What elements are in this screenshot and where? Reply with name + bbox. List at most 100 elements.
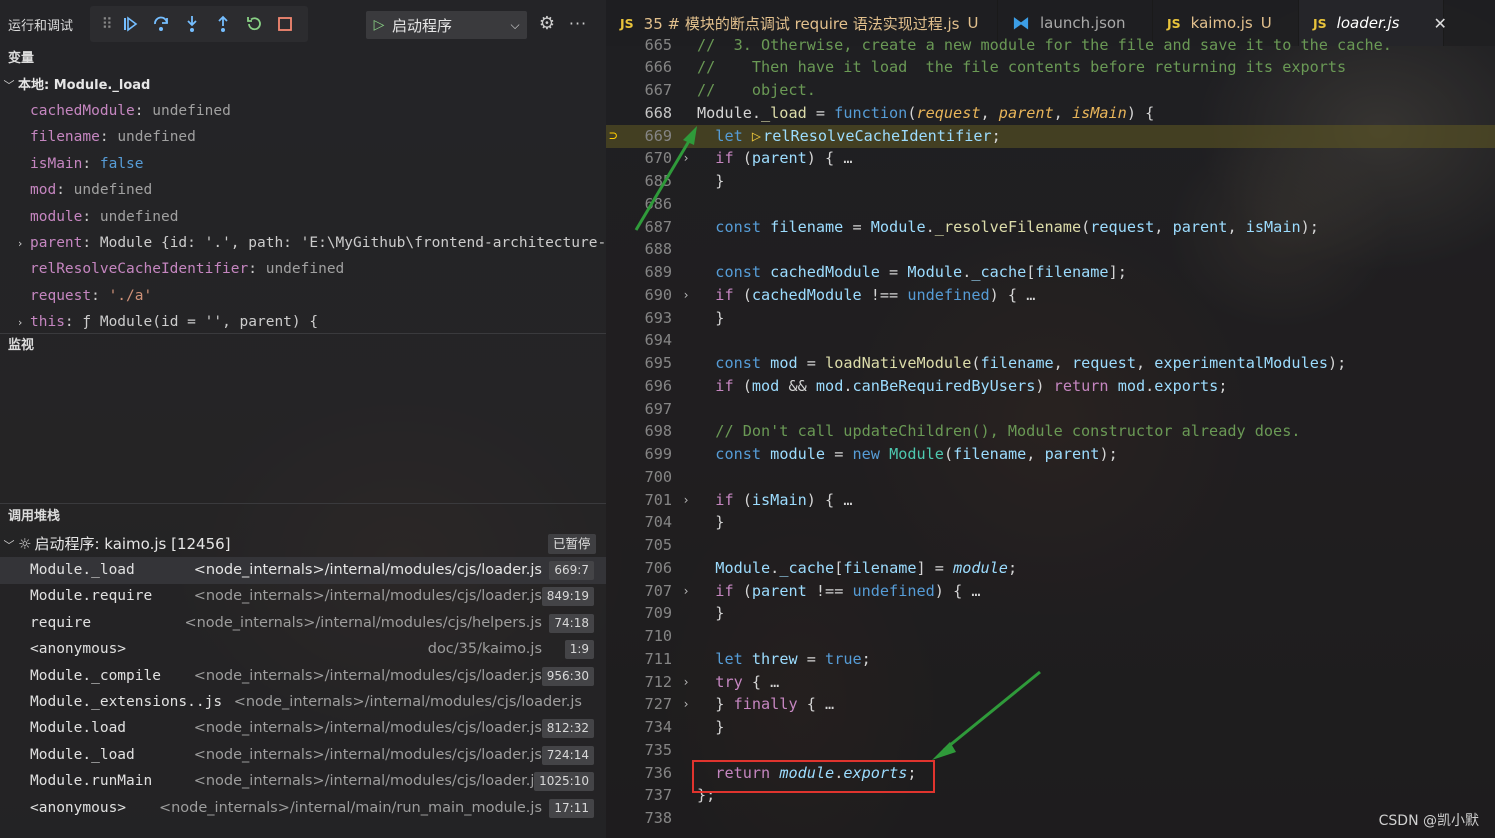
restart-button[interactable] — [238, 9, 269, 39]
js-file-icon: JS — [620, 15, 634, 31]
frame-location-badge: 956:30 — [541, 666, 594, 686]
fold-chevron-icon[interactable]: › — [679, 580, 693, 603]
variable-row[interactable]: › parent: Module {id: '.', path: 'E:\MyGi… — [0, 230, 606, 256]
line-number: 686 — [644, 194, 672, 213]
code-line[interactable]: 696 if (mod && mod.canBeRequiredByUsers)… — [606, 375, 1495, 398]
code-line[interactable]: 665 // 3. Otherwise, create a new module … — [606, 34, 1495, 57]
code-line[interactable]: 687 const filename = Module._resolveFile… — [606, 216, 1495, 239]
more-actions-icon[interactable]: ··· — [566, 13, 590, 35]
gear-icon[interactable]: ⚙ — [536, 13, 558, 35]
code-line[interactable]: ⊃ 669 let ▷ relResolveCacheIdentifier; — [606, 124, 1495, 148]
watch-section-header[interactable]: 监视 — [0, 334, 606, 358]
callstack-frame[interactable]: Module.runMain <node_internals>/internal/… — [0, 768, 606, 795]
code-text: // object. — [697, 79, 816, 102]
callstack-frame[interactable]: Module._extensions..js <node_internals>/i… — [0, 689, 606, 716]
code-line[interactable]: 690 › if (cachedModule !== undefined) { … — [606, 284, 1495, 307]
code-line[interactable]: 688 — [606, 238, 1495, 261]
fold-chevron-icon[interactable]: › — [679, 693, 693, 716]
callstack-frame[interactable]: Module._load <node_internals>/internal/mo… — [0, 742, 606, 769]
variable-row[interactable]: › this: ƒ Module(id = '', parent) { — [0, 309, 606, 335]
code-line[interactable]: 705 — [606, 534, 1495, 557]
code-line[interactable]: 727 › } finally { … — [606, 693, 1495, 716]
callstack-frame[interactable]: <anonymous> doc/35/kaimo.js 1:9 — [0, 636, 606, 663]
thread-item[interactable]: ﹀ ☼ 启动程序: kaimo.js [12456] — [0, 531, 606, 557]
frame-source: <node_internals>/internal/main/run_main_… — [158, 799, 542, 816]
code-line[interactable]: 667 // object. — [606, 79, 1495, 102]
code-line[interactable]: 670 › if (parent) { … — [606, 147, 1495, 170]
code-line[interactable]: 695 const mod = loadNativeModule(filenam… — [606, 352, 1495, 375]
code-line[interactable]: 666 // Then have it load the file content… — [606, 56, 1495, 79]
variable-row[interactable]: module: undefined — [0, 204, 606, 230]
code-text: } — [697, 602, 724, 625]
code-line[interactable]: 697 — [606, 398, 1495, 421]
variable-row[interactable]: isMain: false — [0, 151, 606, 177]
code-line[interactable]: 734 } — [606, 716, 1495, 739]
code-token: . — [770, 558, 780, 577]
code-line[interactable]: 711 let threw = true; — [606, 648, 1495, 671]
continue-icon — [123, 16, 137, 32]
code-token: let — [715, 126, 743, 145]
code-line[interactable]: 701 › if (isMain) { … — [606, 489, 1495, 512]
variable-row[interactable]: filename: undefined — [0, 124, 606, 150]
step-over-button[interactable] — [145, 9, 176, 39]
play-icon[interactable]: ▷ — [366, 17, 392, 33]
callstack-frame[interactable]: Module._compile <node_internals>/internal… — [0, 663, 606, 690]
step-into-button[interactable] — [176, 9, 207, 39]
code-line[interactable]: 706 Module._cache[filename] = module; — [606, 557, 1495, 580]
code-line[interactable]: 668 Module._load = function(request, pare… — [606, 102, 1495, 125]
code-line[interactable]: 735 — [606, 739, 1495, 762]
continue-button[interactable] — [114, 9, 145, 39]
callstack-frame[interactable]: <anonymous> <node_internals>/internal/mai… — [0, 795, 606, 822]
stop-button[interactable] — [269, 9, 300, 39]
close-icon[interactable]: ✕ — [1433, 14, 1446, 33]
callstack-frame[interactable]: Module.load <node_internals>/internal/mod… — [0, 715, 606, 742]
code-line[interactable]: 704 } — [606, 511, 1495, 534]
fold-chevron-icon[interactable]: › — [679, 284, 693, 307]
variable-row[interactable]: relResolveCacheIdentifier: undefined — [0, 256, 606, 282]
variable-row[interactable]: mod: undefined — [0, 177, 606, 203]
code-token: … — [843, 490, 853, 509]
code-line[interactable]: 685 } — [606, 170, 1495, 193]
code-token: , — [1053, 103, 1072, 122]
code-line[interactable]: 698 // Don't call updateChildren(), Modu… — [606, 420, 1495, 443]
code-text: if (parent) { … — [697, 147, 852, 170]
variable-row[interactable]: request: './a' — [0, 283, 606, 309]
callstack-frame[interactable]: require <node_internals>/internal/modules… — [0, 610, 606, 637]
code-line[interactable]: 710 — [606, 625, 1495, 648]
debug-controls: ⠿ — [90, 6, 308, 42]
chevron-right-icon[interactable]: › — [10, 231, 30, 256]
chevron-right-icon[interactable]: › — [10, 310, 30, 335]
code-line[interactable]: 693 } — [606, 307, 1495, 330]
code-line[interactable]: 700 — [606, 466, 1495, 489]
code-line[interactable]: 712 › try { … — [606, 671, 1495, 694]
code-line[interactable]: 707 › if (parent !== undefined) { … — [606, 580, 1495, 603]
variable-row[interactable]: cachedModule: undefined — [0, 98, 606, 124]
code-editor[interactable]: 665 // 3. Otherwise, create a new module … — [606, 36, 1495, 838]
step-out-button[interactable] — [207, 9, 238, 39]
scope-header[interactable]: ﹀ 本地: Module._load — [0, 74, 606, 98]
code-line[interactable]: 686 — [606, 193, 1495, 216]
callstack-section-header[interactable]: 调用堆栈 — [0, 505, 606, 529]
variables-title: 变量 — [8, 51, 35, 66]
line-number: 685 — [644, 172, 672, 190]
chevron-down-icon[interactable]: ⌵ — [503, 18, 527, 33]
launch-config-select[interactable]: ▷ 启动程序 ⌵ — [366, 11, 527, 39]
code-line[interactable]: 709 } — [606, 602, 1495, 625]
breakpoint-arrow-icon[interactable]: ⊃ — [609, 125, 617, 148]
code-token: , — [1053, 354, 1072, 372]
callstack-frame[interactable]: Module._load <node_internals>/internal/mo… — [0, 557, 606, 584]
callstack-frame[interactable]: Module.require <node_internals>/internal/… — [0, 583, 606, 610]
variables-section-header[interactable]: 变量 — [0, 47, 606, 71]
fold-chevron-icon[interactable]: › — [679, 489, 693, 512]
code-line[interactable]: 694 — [606, 329, 1495, 352]
fold-chevron-icon[interactable]: › — [679, 671, 693, 694]
fold-chevron-icon[interactable]: › — [679, 147, 693, 170]
code-line[interactable]: 689 const cachedModule = Module._cache[f… — [606, 261, 1495, 284]
code-line[interactable]: 699 const module = new Module(filename, … — [606, 443, 1495, 466]
code-line[interactable]: 738 — [606, 807, 1495, 830]
code-token: mod — [770, 354, 798, 372]
drag-grip-icon[interactable]: ⠿ — [98, 9, 114, 39]
